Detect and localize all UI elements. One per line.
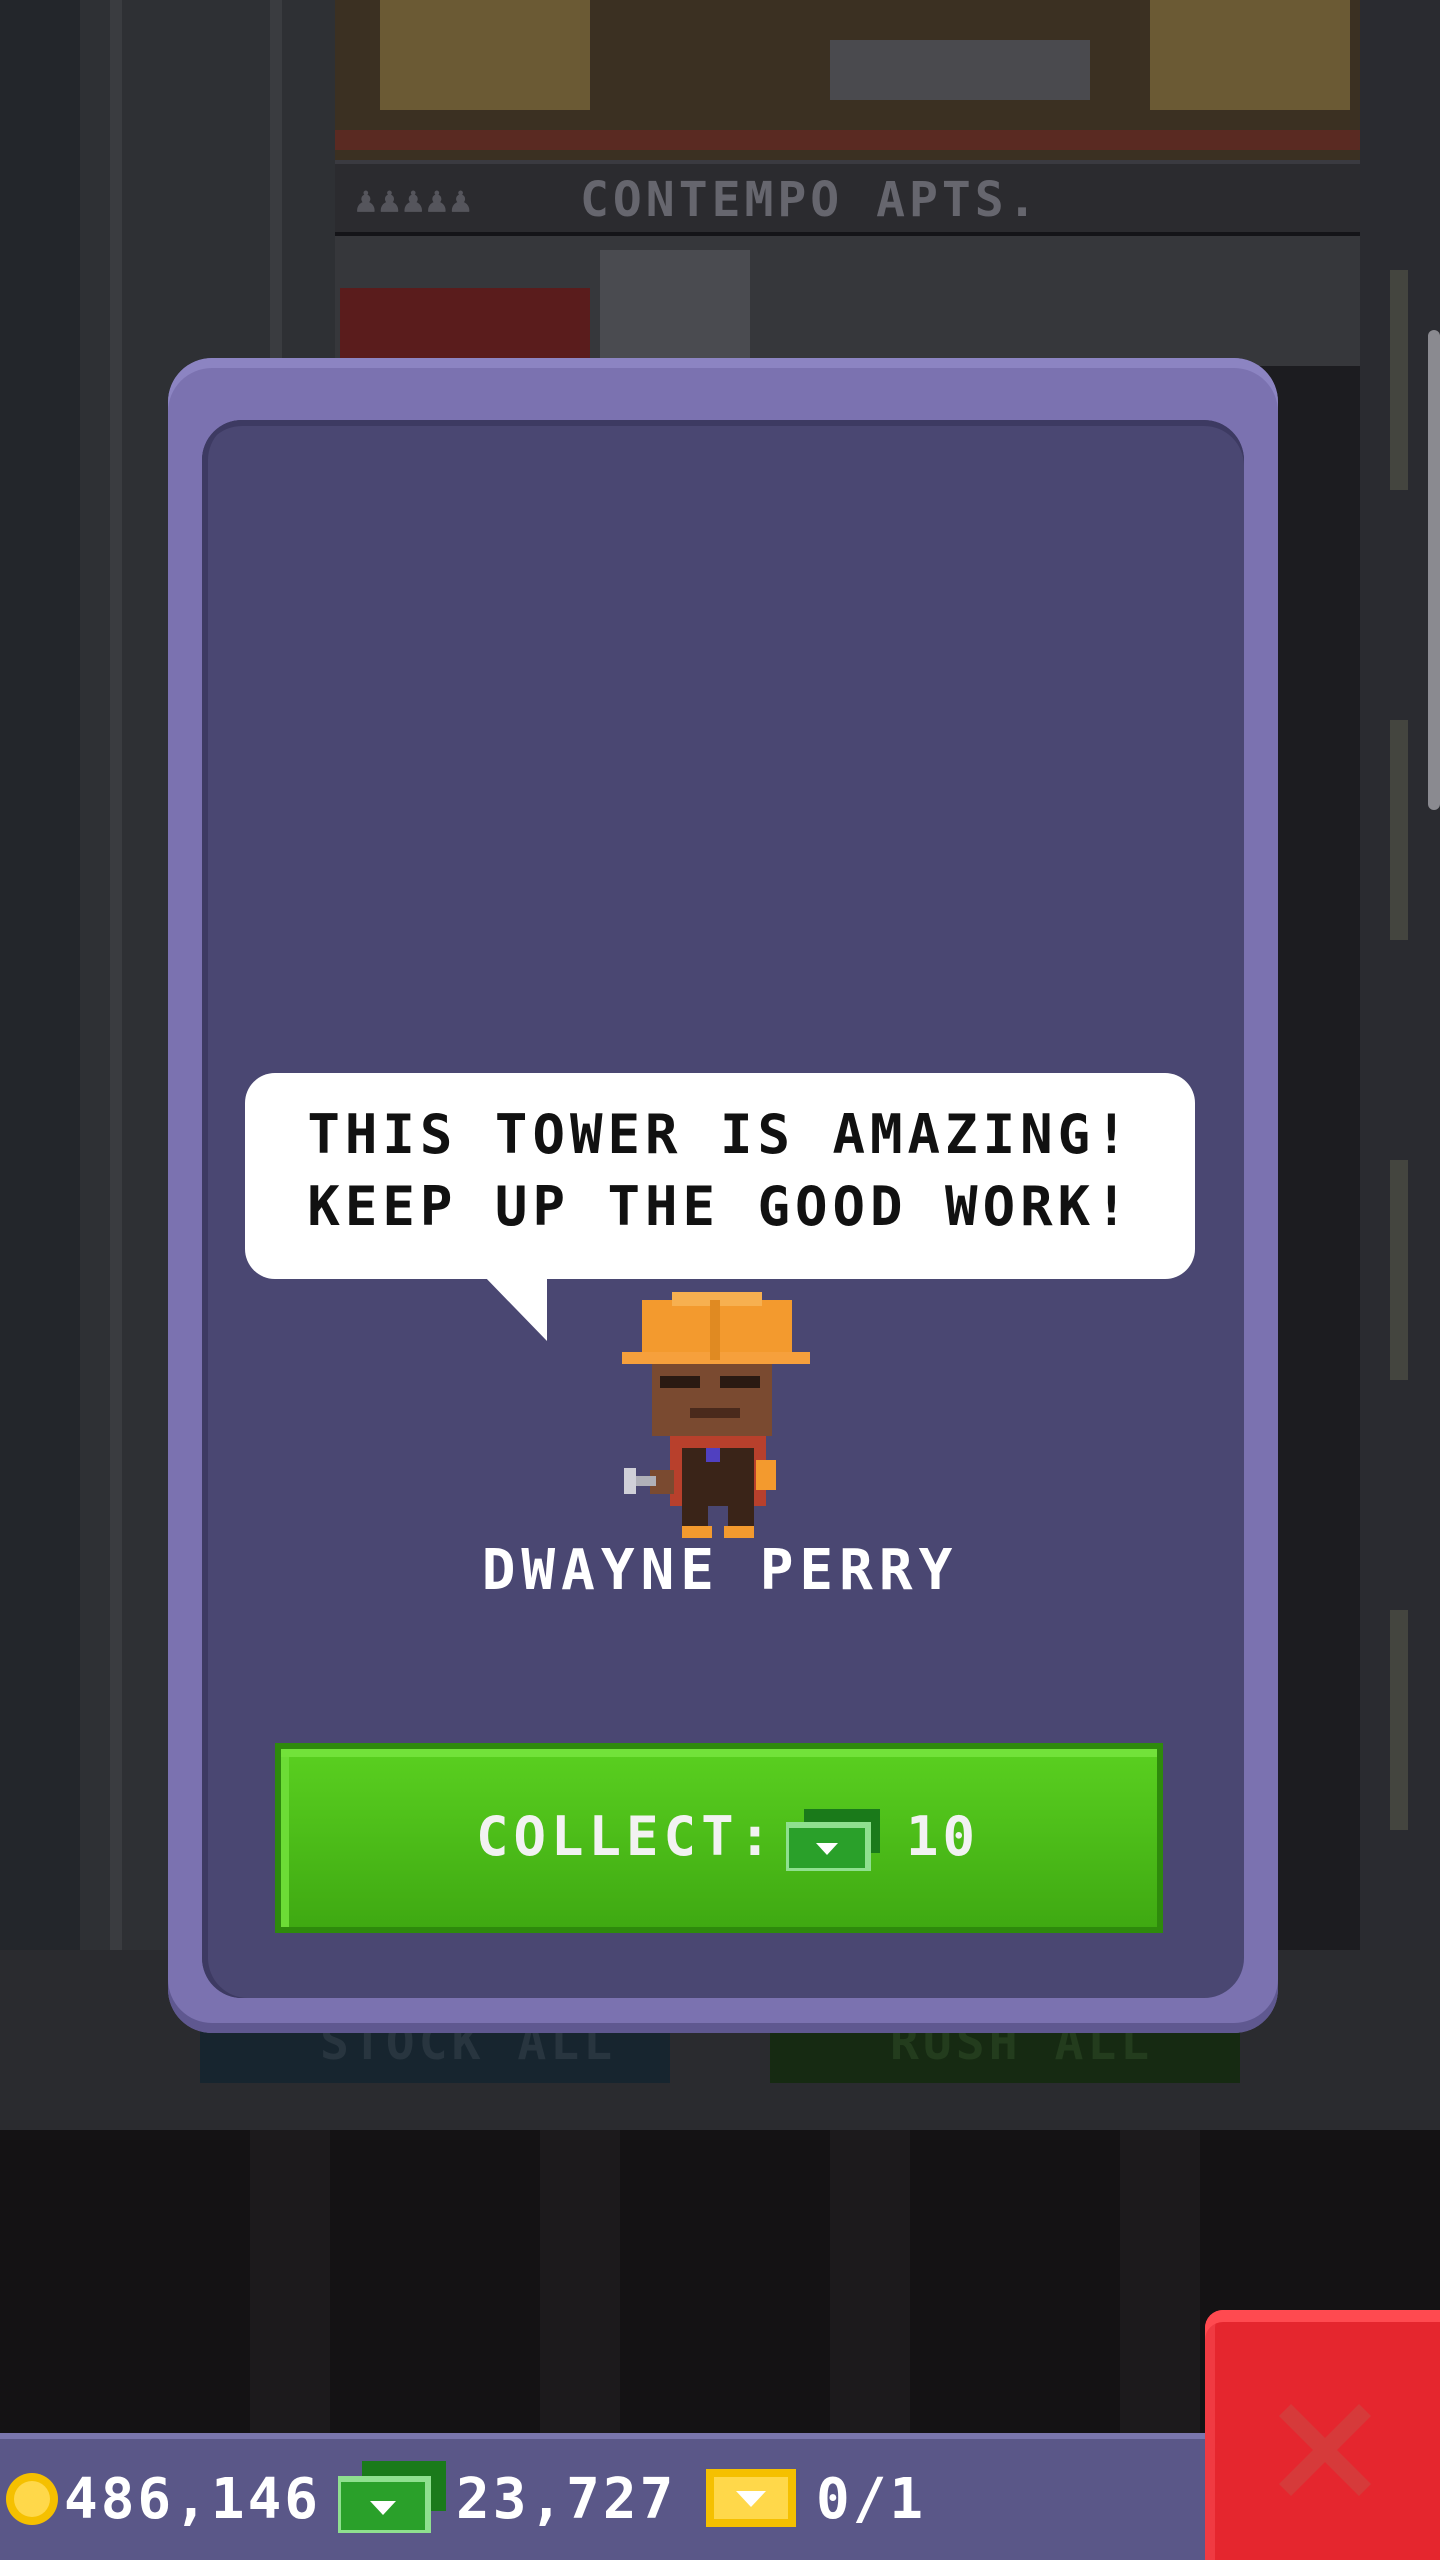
tower-bux-icon xyxy=(338,2461,446,2533)
currency-status-bar: 486,146 23,727 0/1 xyxy=(0,2433,1205,2560)
golden-ticket-icon xyxy=(706,2469,796,2527)
bitizen-avatar xyxy=(622,1292,810,1538)
speech-bubble-tail xyxy=(483,1275,547,1341)
speech-line-2: KEEP UP THE GOOD WORK! xyxy=(307,1175,1133,1238)
occupants-icon: ♟♟♟♟♟ xyxy=(355,180,474,221)
speech-bubble: THIS TOWER IS AMAZING! KEEP UP THE GOOD … xyxy=(245,1073,1195,1279)
ticket-count: 0/1 xyxy=(816,2467,927,2532)
collect-amount: 10 xyxy=(906,1805,980,1868)
collect-label: COLLECT: xyxy=(476,1805,777,1868)
coin-balance: 486,146 xyxy=(64,2467,322,2532)
close-icon xyxy=(1279,2404,1371,2496)
speech-line-1: THIS TOWER IS AMAZING! xyxy=(307,1103,1133,1166)
tower-bux-icon xyxy=(786,1809,880,1871)
coin-icon xyxy=(6,2473,58,2525)
close-button[interactable] xyxy=(1205,2310,1440,2560)
collect-button[interactable]: COLLECT: 10 xyxy=(275,1743,1163,1933)
floor-name-sign: ♟♟♟♟♟ CONTEMPO APTS. xyxy=(335,160,1360,236)
bux-balance: 23,727 xyxy=(456,2467,677,2532)
floor-name: CONTEMPO APTS. xyxy=(580,172,1041,228)
character-name: DWAYNE PERRY xyxy=(481,1538,959,1603)
